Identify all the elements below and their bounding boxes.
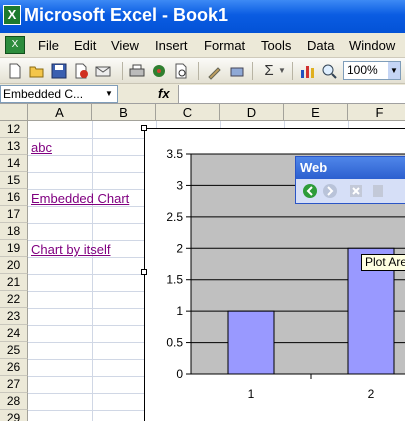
spelling-icon[interactable] [172,62,190,80]
y-tick-label: 3.5 [166,147,183,161]
print-icon[interactable] [128,62,146,80]
y-tick-label: 1 [176,304,183,318]
new-icon[interactable] [6,62,24,80]
row-header-15[interactable]: 15 [0,172,28,189]
open-icon[interactable] [28,62,46,80]
y-tick-label: 0 [176,367,183,381]
menu-insert[interactable]: Insert [155,38,188,53]
y-tick-label: 2.5 [166,210,183,224]
menu-bar: X File Edit View Insert Format Tools Dat… [0,33,405,58]
x-tick-label: 2 [368,387,375,401]
menu-data[interactable]: Data [307,38,334,53]
x-tick-label: 1 [248,387,255,401]
column-header-b[interactable]: B [92,104,156,121]
insert-function-icon[interactable]: fx [158,86,170,101]
y-tick-label: 0.5 [166,336,183,350]
row-header-20[interactable]: 20 [0,257,28,274]
row-header-22[interactable]: 22 [0,291,28,308]
save-icon[interactable] [50,62,68,80]
row-header-21[interactable]: 21 [0,274,28,291]
zoom-value: 100% [347,63,378,77]
row-header-14[interactable]: 14 [0,155,28,172]
zoom-dropdown-icon[interactable]: ▼ [388,62,400,79]
row-header-28[interactable]: 28 [0,393,28,410]
column-header-a[interactable]: A [28,104,92,121]
research-icon[interactable] [228,62,246,80]
cell-a19-link[interactable]: Chart by itself [31,242,110,257]
row-header-19[interactable]: 19 [0,240,28,257]
row-header-12[interactable]: 12 [0,121,28,138]
format-painter-icon[interactable] [206,62,224,80]
chart-resize-handle-tl[interactable] [141,125,147,131]
menu-file[interactable]: File [38,38,59,53]
zoom-icon[interactable] [320,62,338,80]
row-header-29[interactable]: 29 [0,410,28,421]
chart-resize-handle-ml[interactable] [141,269,147,275]
back-icon[interactable] [302,183,318,199]
row-header-17[interactable]: 17 [0,206,28,223]
chart-wizard-icon[interactable] [298,62,316,80]
refresh-icon[interactable] [370,183,386,199]
cell-a13-link[interactable]: abc [31,140,52,155]
column-header-d[interactable]: D [220,104,284,121]
name-box-dropdown-icon[interactable]: ▼ [101,86,117,102]
column-header-c[interactable]: C [156,104,220,121]
print-preview-icon[interactable] [150,62,168,80]
window-title: Microsoft Excel - Book1 [24,5,229,25]
standard-toolbar: Σ ▼ 100% ▼ [0,58,405,84]
forward-icon[interactable] [322,183,338,199]
name-box[interactable]: Embedded C... ▼ [0,85,118,103]
web-toolbar[interactable]: Web [295,156,405,204]
menu-edit[interactable]: Edit [74,38,96,53]
row-header-27[interactable]: 27 [0,376,28,393]
stop-icon[interactable] [348,183,364,199]
menu-tools[interactable]: Tools [261,38,291,53]
title-bar: X Microsoft Excel - Book1 [0,0,405,33]
workbook-icon[interactable]: X [5,36,25,54]
autosum-dropdown-icon[interactable]: ▼ [278,62,288,80]
row-header-18[interactable]: 18 [0,223,28,240]
cell-a16-link[interactable]: Embedded Chart [31,191,129,206]
name-box-value: Embedded C... [3,87,84,101]
formula-bar: Embedded C... ▼ fx [0,84,405,104]
row-header-13[interactable]: 13 [0,138,28,155]
menu-view[interactable]: View [111,38,139,53]
bar [227,310,275,375]
email-icon[interactable] [94,62,112,80]
row-header-25[interactable]: 25 [0,342,28,359]
plot-area-tooltip: Plot Area [361,254,405,271]
y-tick-label: 2 [176,241,183,255]
autosum-icon[interactable]: Σ [260,62,278,80]
zoom-select[interactable]: 100% ▼ [343,61,401,80]
column-header-e[interactable]: E [284,104,348,121]
formula-input[interactable] [178,85,405,103]
column-header-f[interactable]: F [348,104,405,121]
y-tick-label: 3 [176,178,183,192]
web-toolbar-title: Web [296,157,405,179]
menu-window[interactable]: Window [349,38,395,53]
y-tick-label: 1.5 [166,273,183,287]
row-header-24[interactable]: 24 [0,325,28,342]
select-all-corner[interactable] [0,104,28,121]
menu-format[interactable]: Format [204,38,245,53]
row-header-16[interactable]: 16 [0,189,28,206]
row-header-23[interactable]: 23 [0,308,28,325]
row-header-26[interactable]: 26 [0,359,28,376]
excel-app-icon[interactable]: X [3,5,21,25]
permission-icon[interactable] [72,62,90,80]
